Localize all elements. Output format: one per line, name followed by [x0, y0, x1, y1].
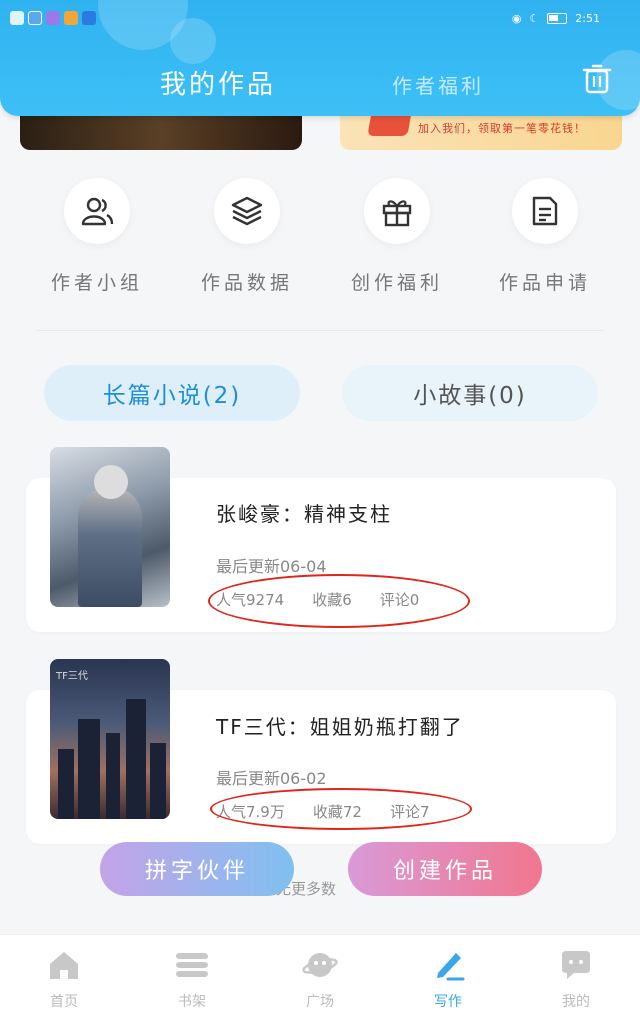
app-icon [28, 11, 42, 25]
home-icon [50, 952, 78, 979]
nav-label: 我的 [562, 994, 590, 1010]
nav-writing[interactable]: 写作 [384, 935, 512, 1024]
nav-label: 广场 [306, 994, 334, 1010]
cover-building [58, 749, 74, 819]
book-cover[interactable] [50, 447, 170, 607]
layers-icon [231, 196, 263, 226]
menu-label: 作品申请 [498, 272, 591, 294]
menu-label: 作者小组 [50, 272, 143, 294]
bookshelf-icon [176, 953, 208, 977]
menu-label: 创作福利 [350, 272, 443, 294]
quick-menu: 作者小组 作品数据 创作福利 作品申请 [0, 170, 640, 320]
nav-home[interactable]: 首页 [0, 935, 128, 1024]
app-icon [46, 11, 60, 25]
battery-icon [547, 12, 568, 24]
tab-author-benefits[interactable]: 作者福利 [392, 70, 484, 99]
divider [36, 330, 604, 331]
cover-figure-head [94, 465, 128, 499]
stat-comments: 评论0 [379, 591, 420, 609]
cover-figure [78, 487, 142, 607]
stat-favorites: 收藏72 [312, 803, 362, 821]
nav-label: 首页 [50, 994, 78, 1010]
book-stats: 人气9274 收藏6 评论0 [216, 589, 419, 610]
stat-popularity: 人气7.9万 [216, 803, 285, 821]
app-icon [64, 11, 78, 25]
status-bar: ◉ ☾ 2:51 [10, 8, 600, 28]
book-update: 最后更新06-04 [216, 557, 327, 576]
book-stats: 人气7.9万 收藏72 评论7 [216, 801, 430, 822]
menu-creation-benefits[interactable]: 创作福利 [322, 178, 472, 295]
cover-building [126, 699, 146, 819]
tab-novels[interactable]: 长篇小说(2) [44, 365, 300, 421]
cover-building [78, 719, 100, 819]
stat-popularity: 人气9274 [216, 591, 285, 609]
moon-icon: ☾ [529, 11, 540, 25]
book-title[interactable]: 张峻豪：精神支柱 [216, 498, 392, 527]
menu-label: 作品数据 [200, 272, 293, 294]
create-work-button[interactable]: 创建作品 [348, 842, 542, 896]
nav-label: 写作 [434, 994, 462, 1010]
tab-my-works[interactable]: 我的作品 [160, 64, 276, 101]
author-group-icon [81, 197, 114, 226]
app-icon [82, 11, 96, 25]
banner-text: 加入我们，领取第一笔零花钱！ [418, 122, 586, 135]
book-update: 最后更新06-02 [216, 769, 327, 788]
planet-icon [302, 953, 338, 977]
tab-short-stories[interactable]: 小故事(0) [342, 365, 598, 421]
status-time: 2:51 [575, 11, 600, 25]
chat-icon [562, 951, 590, 979]
cover-text: TF三代 [56, 671, 88, 682]
pen-icon [437, 953, 465, 981]
nav-mine[interactable]: 我的 [512, 935, 640, 1024]
bottom-nav: 首页 书架 广场 写作 我的 [0, 934, 640, 1024]
nav-label: 书架 [178, 994, 206, 1010]
cover-building [150, 743, 166, 819]
wifi-icon [10, 11, 24, 25]
eye-icon: ◉ [511, 11, 522, 25]
top-header: ◉ ☾ 2:51 我的作品 作者福利 [0, 0, 640, 116]
cover-building [106, 733, 120, 819]
gift-icon [382, 200, 412, 227]
nav-bookshelf[interactable]: 书架 [128, 935, 256, 1024]
document-icon [532, 196, 558, 226]
book-cover[interactable]: TF三代 [50, 659, 170, 819]
menu-work-data[interactable]: 作品数据 [172, 178, 322, 295]
nav-plaza[interactable]: 广场 [256, 935, 384, 1024]
stat-favorites: 收藏6 [312, 591, 352, 609]
stat-comments: 评论7 [389, 803, 430, 821]
menu-work-apply[interactable]: 作品申请 [470, 178, 620, 295]
book-title[interactable]: TF三代：姐姐奶瓶打翻了 [216, 711, 464, 740]
partner-button[interactable]: 拼字伙伴 [100, 842, 294, 896]
trash-icon[interactable] [580, 62, 614, 96]
menu-author-group[interactable]: 作者小组 [22, 178, 172, 295]
